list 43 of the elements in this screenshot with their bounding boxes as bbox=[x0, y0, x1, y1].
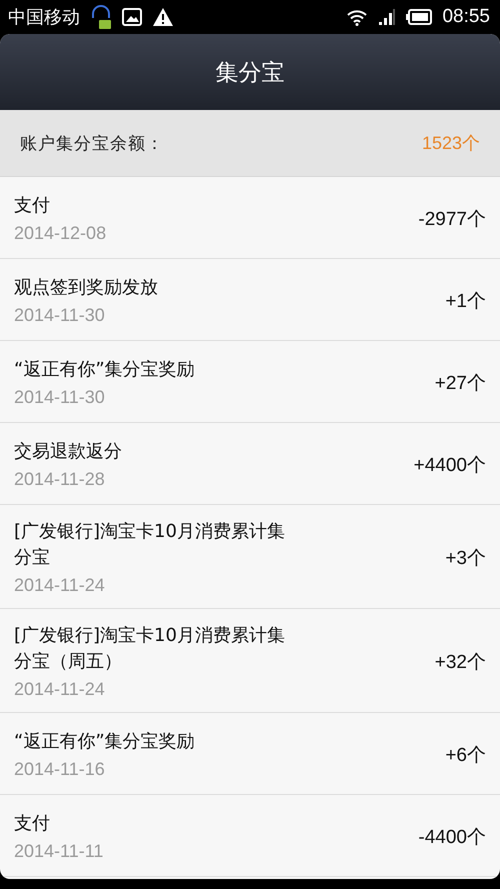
record-date: 2014-11-28 bbox=[14, 469, 106, 490]
clock-time: 08:55 bbox=[442, 6, 490, 28]
record-title: [广发银行]淘宝卡10月消费累计集分宝 bbox=[14, 520, 286, 570]
page-title: 集分宝 bbox=[216, 58, 284, 88]
record-amount: +32个 bbox=[434, 650, 486, 674]
headset-icon bbox=[90, 4, 112, 30]
record-row[interactable]: 观点签到奖励发放 2014-11-30 +1个 bbox=[0, 259, 500, 341]
warning-icon bbox=[152, 7, 174, 27]
balance-amount: 1523个 bbox=[422, 132, 480, 155]
record-row[interactable]: 支付 2014-11-11 -4400个 bbox=[0, 795, 500, 877]
wifi-icon bbox=[346, 8, 368, 26]
record-date: 2014-12-08 bbox=[14, 223, 108, 244]
balance-label: 账户集分宝余额： bbox=[20, 132, 164, 154]
record-title: “返正有你”集分宝奖励 bbox=[14, 730, 196, 754]
record-row[interactable]: 支付 2014-12-08 -2977个 bbox=[0, 177, 500, 259]
record-title: 观点签到奖励发放 bbox=[14, 276, 159, 300]
record-amount: +1个 bbox=[445, 290, 486, 314]
record-title: 支付 bbox=[14, 812, 51, 836]
record-row[interactable]: “返正有你”集分宝奖励 2014-11-30 +27个 bbox=[0, 341, 500, 423]
record-date: 2014-11-24 bbox=[14, 575, 106, 596]
record-row[interactable]: 交易退款返分 2014-11-28 +4400个 bbox=[0, 423, 500, 505]
record-date: 2014-11-30 bbox=[14, 305, 106, 326]
image-icon bbox=[122, 8, 142, 26]
battery-icon bbox=[406, 9, 432, 25]
record-date: 2014-11-30 bbox=[14, 387, 106, 408]
record-title: 交易退款返分 bbox=[14, 440, 123, 464]
record-date: 2014-11-24 bbox=[14, 679, 106, 700]
record-title: 支付 bbox=[14, 194, 51, 218]
record-amount: -4400个 bbox=[418, 826, 486, 850]
record-row[interactable]: [广发银行]淘宝卡10月消费累计集分宝 2014-11-24 +3个 bbox=[0, 505, 500, 609]
record-amount: -2977个 bbox=[418, 208, 486, 232]
signal-icon bbox=[378, 8, 396, 26]
record-title: “返正有你”集分宝奖励 bbox=[14, 358, 196, 382]
carrier-name: 中国移动 bbox=[8, 6, 80, 29]
record-amount: +27个 bbox=[434, 372, 486, 396]
record-row[interactable]: “返正有你”集分宝奖励 2014-11-16 +6个 bbox=[0, 713, 500, 795]
record-amount: +6个 bbox=[445, 744, 486, 768]
record-amount: +3个 bbox=[445, 546, 486, 570]
record-date: 2014-11-16 bbox=[14, 759, 106, 780]
record-date: 2014-11-11 bbox=[14, 841, 104, 862]
record-title: [广发银行]淘宝卡10月消费累计集分宝（周五） bbox=[14, 624, 286, 674]
record-amount: +4400个 bbox=[414, 454, 486, 478]
record-row[interactable]: [广发银行]淘宝卡10月消费累计集分宝（周五） 2014-11-24 +32个 bbox=[0, 609, 500, 713]
